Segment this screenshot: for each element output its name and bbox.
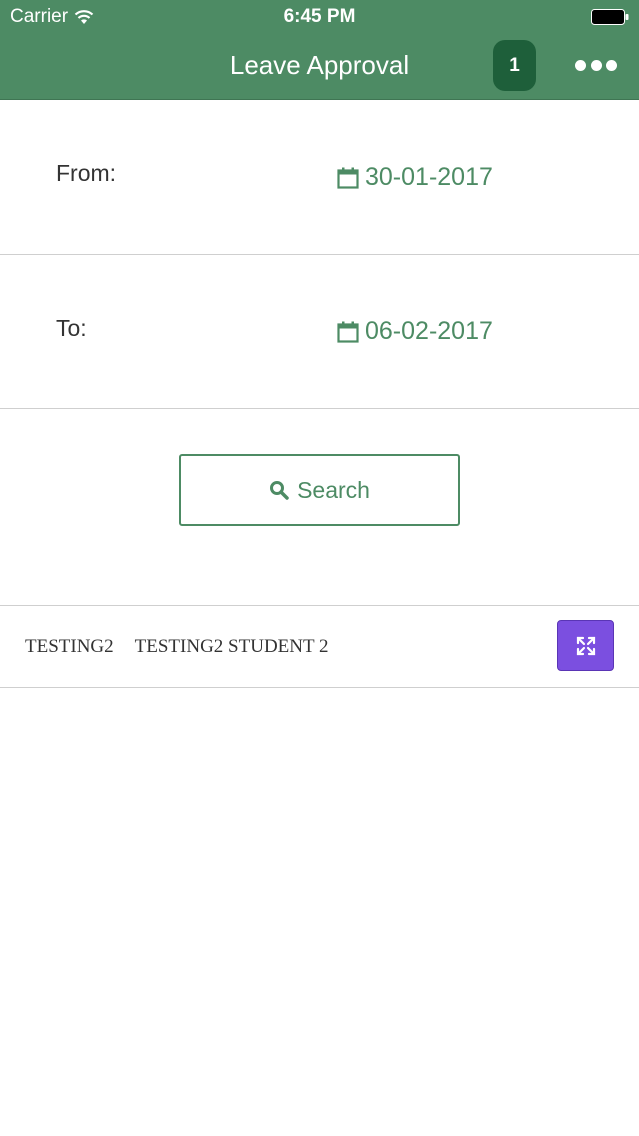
calendar-icon (337, 321, 359, 343)
from-date-row: From: 30-01-2017 (0, 100, 639, 255)
to-label: To: (56, 315, 87, 341)
notification-badge[interactable]: 1 (493, 40, 536, 91)
list-item[interactable]: TESTING2 TESTING2 STUDENT 2 (0, 606, 639, 688)
student-id: TESTING2 (25, 636, 114, 657)
more-icon[interactable] (575, 56, 617, 74)
clock: 6:45 PM (283, 6, 356, 27)
battery-icon (591, 9, 629, 25)
search-section: Search (0, 409, 639, 606)
calendar-icon (337, 167, 359, 189)
leave-approval-screen: Carrier 6:45 PM Leave Approval 1 From: 3… (0, 0, 639, 1136)
app-header: Carrier 6:45 PM Leave Approval 1 (0, 0, 639, 100)
list-item-text: TESTING2 TESTING2 STUDENT 2 (25, 636, 329, 658)
more-dot (606, 59, 617, 71)
to-date-row: To: 06-02-2017 (0, 255, 639, 409)
more-dot (575, 59, 586, 71)
from-date-picker[interactable]: 30-01-2017 (337, 163, 493, 192)
status-bar: Carrier 6:45 PM (0, 0, 639, 34)
to-date-value: 06-02-2017 (365, 317, 493, 345)
search-button[interactable]: Search (179, 454, 460, 526)
to-date-picker[interactable]: 06-02-2017 (337, 317, 493, 346)
expand-icon (576, 636, 595, 655)
expand-button[interactable] (557, 620, 614, 671)
student-name: TESTING2 STUDENT 2 (134, 636, 329, 657)
more-dot (590, 59, 602, 71)
from-date-value: 30-01-2017 (365, 163, 493, 191)
from-label: From: (56, 160, 117, 186)
search-button-label: Search (297, 476, 370, 503)
page-title: Leave Approval (229, 50, 410, 80)
search-icon (270, 481, 289, 500)
